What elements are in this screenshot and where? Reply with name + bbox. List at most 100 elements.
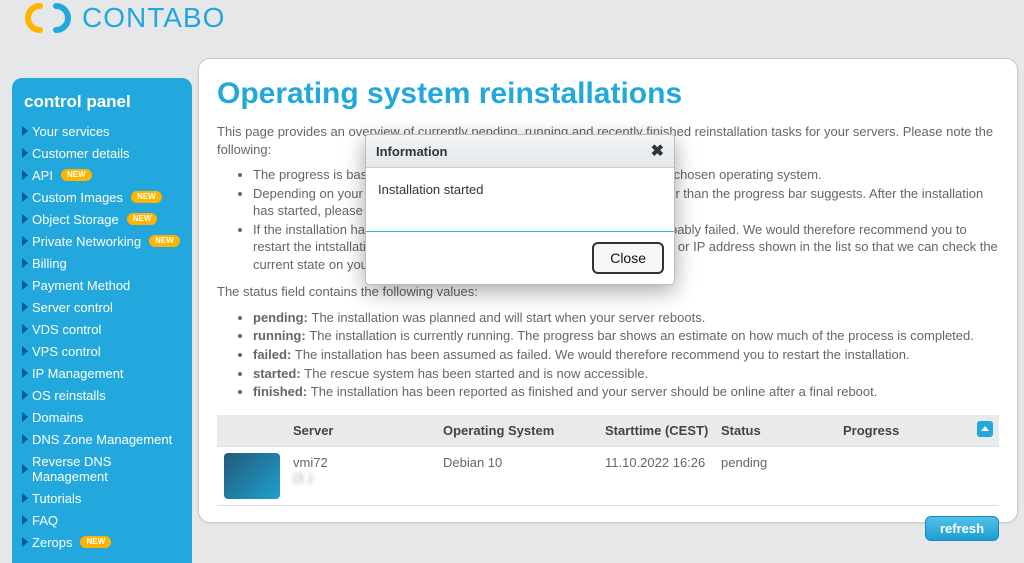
sidebar-item-label: Customer details <box>32 146 130 161</box>
sidebar-item-label: OS reinstalls <box>32 388 106 403</box>
sidebar-item-label: Private Networking <box>32 234 141 249</box>
chevron-right-icon <box>22 126 28 136</box>
status-def-item: pending: The installation was planned an… <box>253 309 999 327</box>
sidebar-item-label: Object Storage <box>32 212 119 227</box>
chevron-right-icon <box>22 515 28 525</box>
status-defs-list: pending: The installation was planned an… <box>217 309 999 401</box>
sidebar-item-label: Domains <box>32 410 83 425</box>
sidebar-item-label: Billing <box>32 256 67 271</box>
cell-os: Debian 10 <box>437 447 599 505</box>
sidebar-item-ip-management[interactable]: IP Management <box>18 362 186 384</box>
chevron-right-icon <box>22 368 28 378</box>
brand-logo: CONTABO <box>20 2 76 37</box>
chevron-right-icon <box>22 192 28 202</box>
sidebar-item-payment-method[interactable]: Payment Method <box>18 274 186 296</box>
sidebar-item-label: API <box>32 168 53 183</box>
sidebar-item-label: DNS Zone Management <box>32 432 172 447</box>
th-server: Server <box>287 415 437 446</box>
sidebar-item-faq[interactable]: FAQ <box>18 509 186 531</box>
sidebar-item-customer-details[interactable]: Customer details <box>18 142 186 164</box>
status-def-item: running: The installation is currently r… <box>253 327 999 345</box>
sidebar-item-domains[interactable]: Domains <box>18 406 186 428</box>
sidebar-item-label: Custom Images <box>32 190 123 205</box>
collapse-icon[interactable] <box>977 421 993 437</box>
chevron-right-icon <box>22 148 28 158</box>
sidebar-item-label: Tutorials <box>32 491 81 506</box>
chevron-right-icon <box>22 493 28 503</box>
info-modal: Information ✖ Installation started Close <box>365 134 675 285</box>
chevron-right-icon <box>22 236 28 246</box>
server-sub: (1 ) <box>293 470 431 485</box>
sidebar-item-server-control[interactable]: Server control <box>18 296 186 318</box>
server-image-icon <box>224 453 280 499</box>
new-badge: NEW <box>127 213 158 225</box>
cell-progress <box>837 447 973 505</box>
sidebar-item-label: IP Management <box>32 366 124 381</box>
sidebar-item-label: Your services <box>32 124 110 139</box>
sidebar-item-dns-zone-management[interactable]: DNS Zone Management <box>18 428 186 450</box>
new-badge: NEW <box>149 235 180 247</box>
chevron-right-icon <box>22 346 28 356</box>
logo-icon <box>20 2 76 34</box>
sidebar-item-reverse-dns-management[interactable]: Reverse DNS Management <box>18 450 186 487</box>
sidebar-item-vds-control[interactable]: VDS control <box>18 318 186 340</box>
modal-title: Information <box>376 144 448 159</box>
new-badge: NEW <box>131 191 162 203</box>
chevron-right-icon <box>22 280 28 290</box>
sidebar-item-tutorials[interactable]: Tutorials <box>18 487 186 509</box>
status-def-item: started: The rescue system has been star… <box>253 365 999 383</box>
sidebar-item-label: VDS control <box>32 322 101 337</box>
chevron-right-icon <box>22 214 28 224</box>
chevron-right-icon <box>22 170 28 180</box>
chevron-right-icon <box>22 302 28 312</box>
main-panel: Operating system reinstallations This pa… <box>198 58 1018 523</box>
sidebar-item-zerops[interactable]: Zerops NEW <box>18 531 186 553</box>
chevron-right-icon <box>22 537 28 547</box>
new-badge: NEW <box>61 169 92 181</box>
sidebar-item-billing[interactable]: Billing <box>18 252 186 274</box>
modal-header: Information ✖ <box>366 135 674 168</box>
modal-body: Installation started <box>366 168 674 232</box>
chevron-right-icon <box>22 258 28 268</box>
chevron-right-icon <box>22 324 28 334</box>
refresh-button[interactable]: refresh <box>925 516 999 541</box>
sidebar-item-label: FAQ <box>32 513 58 528</box>
status-intro: The status field contains the following … <box>217 283 999 301</box>
sidebar-item-label: Server control <box>32 300 113 315</box>
cell-status: pending <box>715 447 837 505</box>
chevron-right-icon <box>22 390 28 400</box>
status-def-item: failed: The installation has been assume… <box>253 346 999 364</box>
close-button[interactable]: Close <box>592 242 664 274</box>
sidebar-item-api[interactable]: API NEW <box>18 164 186 186</box>
table-header-row: Server Operating System Starttime (CEST)… <box>217 415 999 447</box>
cell-server: vmi72 (1 ) <box>287 447 437 505</box>
server-name: vmi72 <box>293 455 431 470</box>
sidebar-item-os-reinstalls[interactable]: OS reinstalls <box>18 384 186 406</box>
sidebar: control panel Your services Customer deta… <box>12 78 192 563</box>
sidebar-item-your-services[interactable]: Your services <box>18 120 186 142</box>
chevron-right-icon <box>22 412 28 422</box>
sidebar-item-custom-images[interactable]: Custom Images NEW <box>18 186 186 208</box>
reinstall-table: Server Operating System Starttime (CEST)… <box>217 415 999 506</box>
sidebar-item-vps-control[interactable]: VPS control <box>18 340 186 362</box>
brand-name: CONTABO <box>82 2 225 34</box>
sidebar-item-object-storage[interactable]: Object Storage NEW <box>18 208 186 230</box>
new-badge: NEW <box>80 536 111 548</box>
chevron-right-icon <box>22 464 28 474</box>
th-start: Starttime (CEST) <box>599 415 715 446</box>
th-status: Status <box>715 415 837 446</box>
sidebar-item-label: Payment Method <box>32 278 130 293</box>
sidebar-item-label: VPS control <box>32 344 101 359</box>
th-progress: Progress <box>837 415 973 446</box>
chevron-right-icon <box>22 434 28 444</box>
sidebar-title: control panel <box>18 88 186 120</box>
sidebar-item-private-networking[interactable]: Private Networking NEW <box>18 230 186 252</box>
sidebar-item-label: Reverse DNS Management <box>32 454 182 484</box>
page-title: Operating system reinstallations <box>217 77 999 111</box>
close-icon[interactable]: ✖ <box>651 141 664 161</box>
sidebar-item-label: Zerops <box>32 535 72 550</box>
cell-start: 11.10.2022 16:26 <box>599 447 715 505</box>
th-os: Operating System <box>437 415 599 446</box>
table-row: vmi72 (1 ) Debian 10 11.10.2022 16:26 pe… <box>217 447 999 506</box>
status-def-item: finished: The installation has been repo… <box>253 383 999 401</box>
